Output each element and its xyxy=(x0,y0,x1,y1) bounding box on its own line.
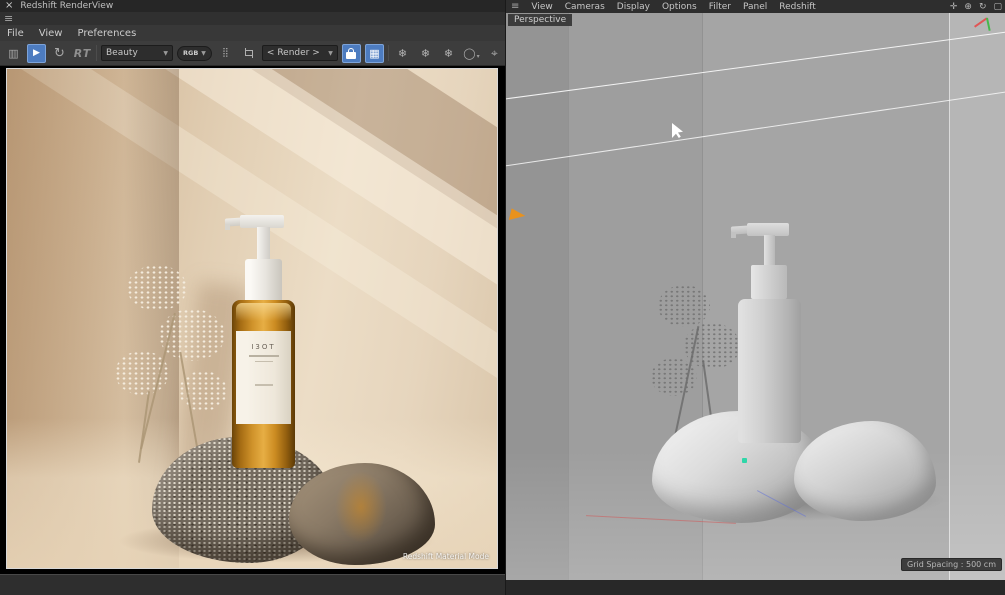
rendered-image: I3OT Redshift Material Mode xyxy=(7,69,497,568)
pan-icon[interactable]: ✛ xyxy=(950,2,958,12)
app: × Redshift RenderView ≡ File View Prefer… xyxy=(0,0,1005,595)
renderview-window: × Redshift RenderView ≡ File View Prefer… xyxy=(0,0,505,595)
renderview-titlebar: × Redshift RenderView xyxy=(0,0,505,12)
bucket-select[interactable]: < Render > ▼ xyxy=(261,45,338,61)
chevron-down-icon: ▼ xyxy=(201,49,206,57)
channel-rgb-button[interactable]: RGB ▼ xyxy=(177,45,212,61)
bottle-brand-text: I3OT xyxy=(251,343,276,351)
menu-preferences[interactable]: Preferences xyxy=(77,28,136,39)
window-title: Redshift RenderView xyxy=(20,1,114,11)
menu-file[interactable]: File xyxy=(7,28,24,39)
aov-select[interactable]: Beauty ▼ xyxy=(101,45,173,61)
toolbar-separator xyxy=(387,45,389,61)
grid-spacing-label: Grid Spacing : 500 cm xyxy=(901,558,1002,571)
menu-view[interactable]: View xyxy=(39,28,63,39)
view-label[interactable]: Perspective xyxy=(508,14,573,26)
render-mode-overlay: Redshift Material Mode xyxy=(402,552,489,561)
viewport-nav-icons: ✛ ⊕ ↻ ▢ xyxy=(950,0,1002,13)
vp-menu-options[interactable]: Options xyxy=(662,2,697,12)
vp-menu-filter[interactable]: Filter xyxy=(709,2,731,12)
vp-menu-cameras[interactable]: Cameras xyxy=(565,2,605,12)
vp-menu-display[interactable]: Display xyxy=(617,2,650,12)
region-render-button[interactable]: ◯ ▾ xyxy=(462,44,481,63)
restart-icon: ↻ xyxy=(54,45,65,61)
viewport-bottom-bar xyxy=(506,580,1005,595)
rt-toggle-button[interactable]: RT xyxy=(73,44,92,63)
vp-menu-redshift[interactable]: Redshift xyxy=(779,2,816,12)
bucket-value: < Render > xyxy=(266,48,320,58)
aov-value: Beauty xyxy=(106,48,138,58)
focus-picker-button[interactable]: ⌖ xyxy=(485,44,504,63)
crop-button[interactable] xyxy=(239,44,258,63)
amber-reflection xyxy=(335,471,387,543)
renderview-toolbar: ▥ ▶ ↻ RT Beauty ▼ RGB ▼ ⣿ < Render > ▼ ▦… xyxy=(0,41,505,66)
label-text-bar xyxy=(254,360,273,362)
rt-label: RT xyxy=(73,46,92,60)
play-icon: ▶ xyxy=(33,48,40,58)
snowflake-icon: ❄ xyxy=(443,46,454,60)
hamburger-icon[interactable]: ≡ xyxy=(4,13,13,24)
chevron-down-icon: ▼ xyxy=(163,49,168,57)
label-text-bar xyxy=(248,355,279,357)
freeze-tessellation-button[interactable]: ❄ xyxy=(393,44,412,63)
snapshot-button[interactable]: ▥ xyxy=(4,44,23,63)
close-icon[interactable]: × xyxy=(5,1,13,11)
object-axis-dot xyxy=(742,458,747,463)
pump-nozzle xyxy=(731,232,736,238)
viewport-panel: ≡ View Cameras Display Options Filter Pa… xyxy=(506,0,1005,595)
maximize-icon[interactable]: ▢ xyxy=(993,2,1002,12)
lock-icon xyxy=(346,47,357,59)
dried-flower-cluster xyxy=(127,265,187,311)
snapshot-icon: ▥ xyxy=(8,46,19,60)
axis-gizmo[interactable] xyxy=(972,15,1000,43)
viewport-menubar: ≡ View Cameras Display Options Filter Pa… xyxy=(506,0,1005,13)
vp-menu-panel[interactable]: Panel xyxy=(743,2,767,12)
snowflake-icon: ❄ xyxy=(420,46,431,60)
bottle-label: I3OT xyxy=(236,331,291,424)
region-icon: ◯ ▾ xyxy=(463,46,480,60)
bottle-air-gap xyxy=(236,303,291,321)
hamburger-icon[interactable]: ≡ xyxy=(511,1,519,12)
label-text-bar xyxy=(254,384,273,386)
start-ipr-button[interactable]: ▶ xyxy=(27,43,46,63)
render-canvas[interactable]: I3OT Redshift Material Mode xyxy=(0,66,505,574)
dither-icon: ⣿ xyxy=(222,48,229,58)
freeze-geometry-button[interactable]: ❄ xyxy=(416,44,435,63)
toolbar-separator xyxy=(96,45,97,61)
bottle-mesh[interactable] xyxy=(730,223,801,443)
bottle-body xyxy=(738,299,801,443)
rotate-icon[interactable]: ↻ xyxy=(979,2,987,12)
lock-view-button[interactable] xyxy=(341,43,361,63)
pump-tube xyxy=(257,227,270,261)
focus-icon: ⌖ xyxy=(491,45,498,60)
freeze-textures-button[interactable]: ❄ xyxy=(439,44,458,63)
vp-menu-view[interactable]: View xyxy=(531,2,552,12)
viewport-canvas[interactable]: Perspective Grid Spacing : 500 cm xyxy=(506,13,1005,580)
snowflake-icon: ❄ xyxy=(397,46,408,60)
cosmetic-bottle: I3OT xyxy=(224,215,295,468)
gizmo-y-axis xyxy=(986,17,991,31)
grid-icon: ▦ xyxy=(369,46,380,60)
pump-collar xyxy=(751,265,787,299)
renderview-menu-row: ≡ xyxy=(0,12,505,25)
plant-cluster xyxy=(658,285,710,327)
render-frame: I3OT Redshift Material Mode xyxy=(6,68,498,569)
pump-tube xyxy=(764,235,775,267)
dried-flower-cluster xyxy=(115,351,169,395)
pump-nozzle xyxy=(225,224,230,230)
renderview-bottom-bar xyxy=(0,574,505,595)
dither-button[interactable]: ⣿ xyxy=(216,44,235,63)
rock-right xyxy=(794,421,936,521)
chevron-down-icon: ▼ xyxy=(328,49,333,57)
crop-icon xyxy=(243,47,254,59)
restart-render-button[interactable]: ↻ xyxy=(50,44,69,63)
rgb-label: RGB xyxy=(183,49,199,57)
zoom-icon[interactable]: ⊕ xyxy=(964,2,972,12)
renderview-menubar: File View Preferences xyxy=(0,25,505,41)
pump-collar xyxy=(245,259,282,302)
pixel-grid-button[interactable]: ▦ xyxy=(364,43,384,63)
